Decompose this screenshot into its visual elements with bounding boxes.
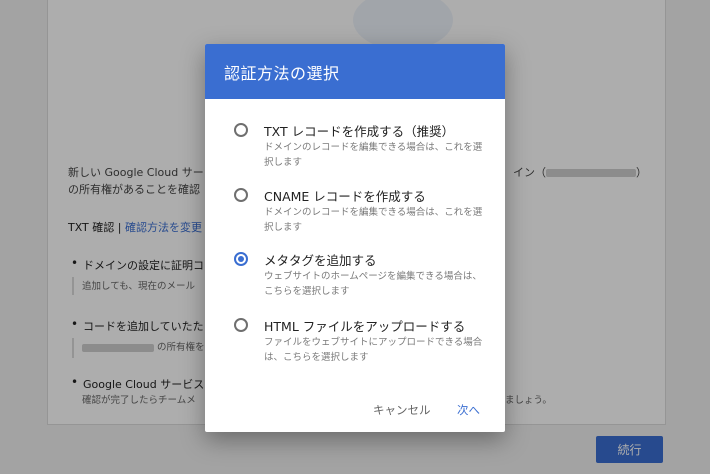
dialog-title: 認証方法の選択 bbox=[224, 63, 340, 83]
radio-txt-record[interactable] bbox=[234, 123, 248, 137]
verification-method-dialog: 認証方法の選択 TXT レコードを作成する（推奨） ドメインのレコードを編集でき… bbox=[205, 44, 505, 432]
option-label: メタタグを追加する bbox=[264, 253, 377, 268]
option-html-file[interactable]: HTML ファイルをアップロードする ファイルをウェブサイトにアップロードできる… bbox=[205, 318, 505, 378]
dialog-header: 認証方法の選択 bbox=[205, 44, 505, 99]
radio-html-file[interactable] bbox=[234, 318, 248, 332]
option-label: HTML ファイルをアップロードする bbox=[264, 319, 466, 334]
dialog-actions: キャンセル 次へ bbox=[205, 402, 505, 422]
option-label: TXT レコードを作成する（推奨） bbox=[264, 124, 455, 139]
radio-cname-record[interactable] bbox=[234, 188, 248, 202]
option-description: ファイルをウェブサイトにアップロードできる場合は、こちらを選択します bbox=[264, 337, 483, 363]
next-button[interactable]: 次へ bbox=[457, 402, 480, 418]
option-description: ドメインのレコードを編集できる場合は、これを選択します bbox=[264, 142, 483, 168]
option-txt-record[interactable]: TXT レコードを作成する（推奨） ドメインのレコードを編集できる場合は、これを… bbox=[205, 123, 505, 183]
option-description: ウェブサイトのホームページを編集できる場合は、こちらを選択します bbox=[264, 271, 482, 297]
option-cname-record[interactable]: CNAME レコードを作成する ドメインのレコードを編集できる場合は、これを選択… bbox=[205, 188, 505, 248]
radio-meta-tag[interactable] bbox=[234, 252, 248, 266]
cancel-button[interactable]: キャンセル bbox=[373, 402, 431, 418]
option-label: CNAME レコードを作成する bbox=[264, 189, 426, 204]
option-meta-tag[interactable]: メタタグを追加する ウェブサイトのホームページを編集できる場合は、こちらを選択し… bbox=[205, 252, 505, 312]
option-description: ドメインのレコードを編集できる場合は、これを選択します bbox=[264, 207, 483, 233]
